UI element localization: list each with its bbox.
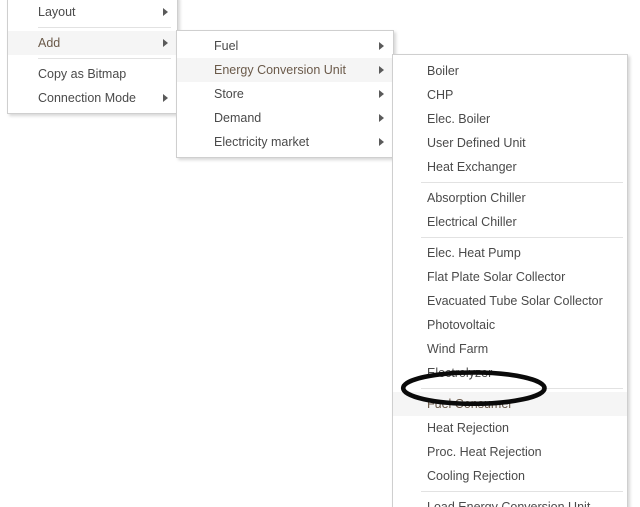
menu-separator <box>421 491 623 492</box>
submenu-arrow-icon <box>379 138 384 146</box>
menu-item-label: Cooling Rejection <box>427 469 525 483</box>
menu-item-label: CHP <box>427 88 454 102</box>
menu-separator <box>38 27 171 28</box>
submenu-arrow-icon <box>379 42 384 50</box>
menu-item-boiler[interactable]: Boiler <box>393 59 627 83</box>
menu-item-cooling-rejection[interactable]: Cooling Rejection <box>393 464 627 488</box>
menu-item-proc-heat-rejection[interactable]: Proc. Heat Rejection <box>393 440 627 464</box>
menu-item-label: Fuel Consumer <box>427 397 513 411</box>
menu-item-energy-conversion-unit[interactable]: Energy Conversion Unit <box>177 58 393 82</box>
menu-item-label: Add <box>38 36 61 50</box>
menu-item-load-energy-conversion-unit[interactable]: Load Energy Conversion Unit <box>393 495 627 507</box>
menu-item-label: Connection Mode <box>38 91 136 105</box>
menu-item-heat-rejection[interactable]: Heat Rejection <box>393 416 627 440</box>
menu-item-electrolyzer[interactable]: Electrolyzer <box>393 361 627 385</box>
menu-item-label: Photovoltaic <box>427 318 496 332</box>
submenu-arrow-icon <box>379 90 384 98</box>
menu-item-label: Heat Rejection <box>427 421 509 435</box>
menu-item-label: Store <box>214 87 244 101</box>
menu-item-label: Energy Conversion Unit <box>214 63 347 77</box>
menu-item-wind-farm[interactable]: Wind Farm <box>393 337 627 361</box>
submenu-arrow-icon <box>163 94 168 102</box>
menu-item-elec-heat-pump[interactable]: Elec. Heat Pump <box>393 241 627 265</box>
menu-item-copy-as-bitmap[interactable]: Copy as Bitmap <box>8 62 177 86</box>
energy-conversion-unit-submenu[interactable]: Boiler CHP Elec. Boiler User Defined Unit He… <box>392 54 628 507</box>
menu-item-heat-exchanger[interactable]: Heat Exchanger <box>393 155 627 179</box>
submenu-arrow-icon <box>163 8 168 16</box>
menu-item-label: Demand <box>214 111 262 125</box>
menu-separator <box>421 388 623 389</box>
menu-item-label: Proc. Heat Rejection <box>427 445 542 459</box>
menu-item-evacuated-tube-solar-collector[interactable]: Evacuated Tube Solar Collector <box>393 289 627 313</box>
submenu-arrow-icon <box>163 39 168 47</box>
menu-item-label: Load Energy Conversion Unit <box>427 500 591 507</box>
menu-item-elec-boiler[interactable]: Elec. Boiler <box>393 107 627 131</box>
menu-item-connection-mode[interactable]: Connection Mode <box>8 86 177 110</box>
menu-item-layout[interactable]: Layout <box>8 0 177 24</box>
menu-item-label: Absorption Chiller <box>427 191 526 205</box>
menu-item-label: Evacuated Tube Solar Collector <box>427 294 603 308</box>
menu-item-label: Elec. Heat Pump <box>427 246 521 260</box>
menu-item-electrical-chiller[interactable]: Electrical Chiller <box>393 210 627 234</box>
menu-item-label: Layout <box>38 5 76 19</box>
menu-item-label: Wind Farm <box>427 342 489 356</box>
menu-item-label: Electrolyzer <box>427 366 493 380</box>
menu-item-store[interactable]: Store <box>177 82 393 106</box>
menu-item-flat-plate-solar-collector[interactable]: Flat Plate Solar Collector <box>393 265 627 289</box>
menu-item-user-defined-unit[interactable]: User Defined Unit <box>393 131 627 155</box>
add-submenu[interactable]: Fuel Energy Conversion Unit Store Demand Ele… <box>176 30 394 158</box>
context-menu[interactable]: Layout Add Copy as Bitmap Connection Mode <box>7 0 178 114</box>
menu-item-label: Fuel <box>214 39 239 53</box>
menu-item-label: Electricity market <box>214 135 310 149</box>
menu-item-add[interactable]: Add <box>8 31 177 55</box>
menu-separator <box>421 182 623 183</box>
menu-item-label: Boiler <box>427 64 459 78</box>
menu-item-photovoltaic[interactable]: Photovoltaic <box>393 313 627 337</box>
menu-item-label: Elec. Boiler <box>427 112 491 126</box>
menu-item-label: User Defined Unit <box>427 136 526 150</box>
menu-item-chp[interactable]: CHP <box>393 83 627 107</box>
menu-item-absorption-chiller[interactable]: Absorption Chiller <box>393 186 627 210</box>
menu-item-label: Flat Plate Solar Collector <box>427 270 566 284</box>
menu-item-demand[interactable]: Demand <box>177 106 393 130</box>
submenu-arrow-icon <box>379 66 384 74</box>
menu-item-fuel-consumer[interactable]: Fuel Consumer <box>393 392 627 416</box>
menu-separator <box>38 58 171 59</box>
menu-item-label: Heat Exchanger <box>427 160 517 174</box>
screen: Layout Add Copy as Bitmap Connection Mode F… <box>0 0 640 507</box>
menu-item-label: Copy as Bitmap <box>38 67 127 81</box>
menu-separator <box>421 237 623 238</box>
menu-item-label: Electrical Chiller <box>427 215 517 229</box>
submenu-arrow-icon <box>379 114 384 122</box>
menu-item-fuel[interactable]: Fuel <box>177 34 393 58</box>
menu-item-electricity-market[interactable]: Electricity market <box>177 130 393 154</box>
